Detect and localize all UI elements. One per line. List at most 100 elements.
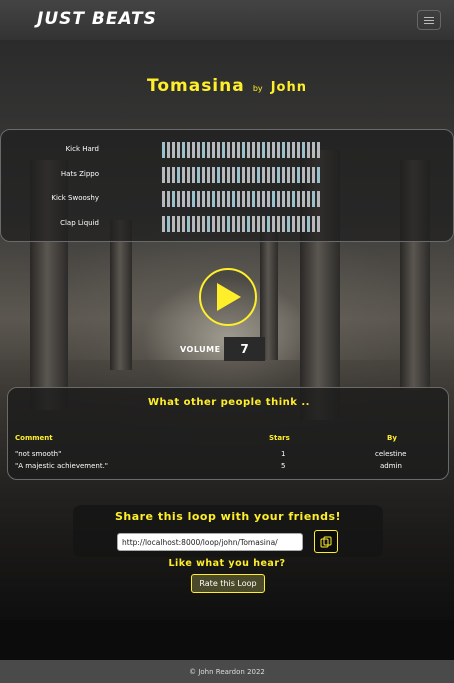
step-pad[interactable] [187, 191, 190, 207]
step-pad[interactable] [162, 167, 165, 183]
step-pad[interactable] [217, 216, 220, 232]
step-pad[interactable] [277, 191, 280, 207]
step-pad[interactable] [237, 216, 240, 232]
step-pad[interactable] [177, 216, 180, 232]
step-pad[interactable] [307, 216, 310, 232]
step-sequencer[interactable] [162, 142, 320, 158]
step-pad[interactable] [267, 216, 270, 232]
step-pad[interactable] [292, 216, 295, 232]
step-pad[interactable] [217, 167, 220, 183]
step-pad[interactable] [217, 142, 220, 158]
step-pad[interactable] [212, 191, 215, 207]
step-pad[interactable] [272, 142, 275, 158]
step-pad[interactable] [302, 167, 305, 183]
step-pad[interactable] [197, 167, 200, 183]
step-pad[interactable] [267, 191, 270, 207]
step-sequencer[interactable] [162, 167, 320, 183]
step-pad[interactable] [182, 191, 185, 207]
step-pad[interactable] [252, 167, 255, 183]
step-pad[interactable] [297, 142, 300, 158]
step-pad[interactable] [182, 216, 185, 232]
step-pad[interactable] [302, 216, 305, 232]
step-pad[interactable] [282, 142, 285, 158]
step-pad[interactable] [237, 142, 240, 158]
step-pad[interactable] [222, 191, 225, 207]
step-pad[interactable] [272, 191, 275, 207]
step-pad[interactable] [282, 191, 285, 207]
step-pad[interactable] [277, 167, 280, 183]
step-pad[interactable] [262, 216, 265, 232]
step-pad[interactable] [167, 216, 170, 232]
step-pad[interactable] [207, 216, 210, 232]
hamburger-icon[interactable] [417, 10, 441, 30]
step-pad[interactable] [167, 191, 170, 207]
step-pad[interactable] [177, 142, 180, 158]
step-pad[interactable] [272, 216, 275, 232]
step-pad[interactable] [317, 167, 320, 183]
step-pad[interactable] [242, 216, 245, 232]
step-pad[interactable] [197, 216, 200, 232]
step-pad[interactable] [177, 191, 180, 207]
step-pad[interactable] [277, 216, 280, 232]
step-pad[interactable] [207, 142, 210, 158]
step-pad[interactable] [247, 191, 250, 207]
step-pad[interactable] [232, 216, 235, 232]
step-pad[interactable] [312, 142, 315, 158]
step-pad[interactable] [252, 216, 255, 232]
share-url-input[interactable] [117, 533, 303, 551]
step-pad[interactable] [202, 167, 205, 183]
step-pad[interactable] [307, 167, 310, 183]
step-pad[interactable] [307, 191, 310, 207]
step-pad[interactable] [232, 167, 235, 183]
step-pad[interactable] [172, 216, 175, 232]
step-pad[interactable] [212, 142, 215, 158]
step-pad[interactable] [227, 142, 230, 158]
step-pad[interactable] [172, 167, 175, 183]
step-pad[interactable] [287, 191, 290, 207]
step-pad[interactable] [167, 142, 170, 158]
step-pad[interactable] [282, 216, 285, 232]
step-pad[interactable] [227, 216, 230, 232]
volume-input[interactable]: 7 [224, 337, 265, 361]
artist-name[interactable]: John [271, 80, 307, 95]
step-pad[interactable] [287, 142, 290, 158]
step-sequencer[interactable] [162, 216, 320, 232]
step-pad[interactable] [252, 191, 255, 207]
step-pad[interactable] [237, 191, 240, 207]
step-pad[interactable] [252, 142, 255, 158]
step-pad[interactable] [317, 191, 320, 207]
step-pad[interactable] [262, 167, 265, 183]
step-pad[interactable] [297, 216, 300, 232]
step-pad[interactable] [237, 167, 240, 183]
step-pad[interactable] [202, 191, 205, 207]
step-pad[interactable] [242, 142, 245, 158]
step-pad[interactable] [167, 167, 170, 183]
step-pad[interactable] [257, 142, 260, 158]
step-sequencer[interactable] [162, 191, 320, 207]
step-pad[interactable] [317, 142, 320, 158]
step-pad[interactable] [262, 191, 265, 207]
step-pad[interactable] [287, 167, 290, 183]
step-pad[interactable] [227, 191, 230, 207]
step-pad[interactable] [162, 191, 165, 207]
step-pad[interactable] [307, 142, 310, 158]
step-pad[interactable] [287, 216, 290, 232]
step-pad[interactable] [267, 167, 270, 183]
step-pad[interactable] [247, 167, 250, 183]
step-pad[interactable] [162, 142, 165, 158]
step-pad[interactable] [202, 142, 205, 158]
step-pad[interactable] [282, 167, 285, 183]
step-pad[interactable] [297, 191, 300, 207]
step-pad[interactable] [272, 167, 275, 183]
step-pad[interactable] [192, 191, 195, 207]
step-pad[interactable] [177, 167, 180, 183]
step-pad[interactable] [172, 142, 175, 158]
step-pad[interactable] [212, 216, 215, 232]
step-pad[interactable] [192, 142, 195, 158]
step-pad[interactable] [297, 167, 300, 183]
step-pad[interactable] [232, 142, 235, 158]
step-pad[interactable] [257, 191, 260, 207]
step-pad[interactable] [292, 191, 295, 207]
step-pad[interactable] [222, 167, 225, 183]
step-pad[interactable] [197, 191, 200, 207]
